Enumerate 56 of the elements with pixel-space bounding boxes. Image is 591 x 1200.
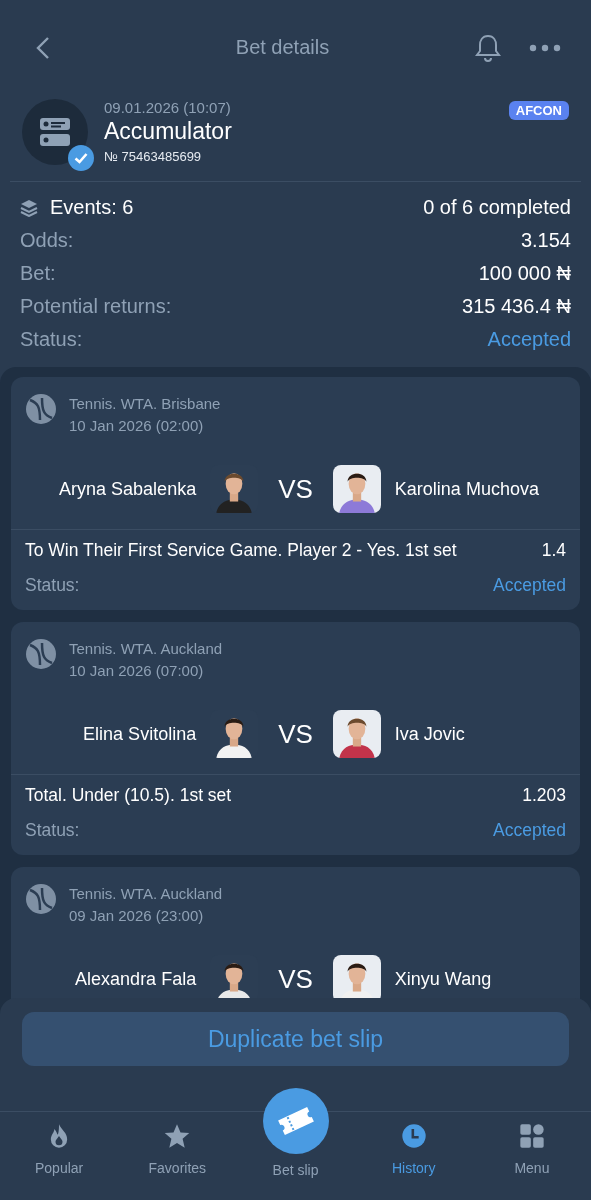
duplicate-button[interactable]: Duplicate bet slip (22, 1012, 569, 1066)
bell-icon[interactable] (475, 33, 501, 62)
versus-label: VS (278, 718, 313, 750)
page-title: Bet details (235, 36, 330, 59)
bet-number: № 75463485699 (104, 149, 203, 164)
player-name: Karolina Muchova (394, 478, 540, 500)
completed-count: 0 of 6 completed (423, 196, 571, 219)
nav-tab[interactable]: History (354, 1112, 473, 1200)
star-icon (163, 1122, 192, 1150)
promo-badge: AFCON (508, 101, 569, 120)
grid-icon (517, 1122, 546, 1150)
bet-type: Accumulator (104, 118, 233, 145)
summary-label: Status: (20, 328, 83, 351)
layers-icon (20, 198, 38, 217)
league-name: Tennis. WTA. Auckland (69, 639, 223, 659)
nav-tab[interactable]: Popular (0, 1112, 119, 1200)
versus-label: VS (278, 963, 313, 995)
player-name: Iva Jovic (394, 723, 466, 745)
status-value: Accepted (493, 820, 566, 841)
event-date: 10 Jan 2026 (02:00) (69, 416, 205, 436)
nav-tab[interactable]: Bet slip (236, 1088, 355, 1200)
tennis-ball-icon (25, 883, 57, 915)
back-icon[interactable] (36, 35, 50, 60)
player-name: Elina Svitolina (82, 723, 197, 745)
summary-value: Accepted (487, 328, 571, 351)
summary-label: Bet: (20, 262, 56, 285)
event-date: 10 Jan 2026 (07:00) (69, 661, 205, 681)
nav-tab[interactable]: Menu (472, 1112, 591, 1200)
market-name: To Win Their First Service Game. Player 2 - Yes. 1st set (25, 539, 457, 562)
league-name: Tennis. WTA. Brisbane (69, 394, 221, 414)
more-icon[interactable] (529, 43, 561, 52)
player-name: Aryna Sabalenka (58, 478, 197, 500)
league-name: Tennis. WTA. Auckland (69, 884, 223, 904)
status-value: Accepted (493, 575, 566, 596)
status-label: Status: (25, 820, 80, 841)
player-name: Xinyu Wang (394, 968, 493, 990)
tennis-ball-icon (25, 393, 57, 425)
versus-label: VS (278, 473, 313, 505)
player-name: Alexandra Fala (74, 968, 197, 990)
clock-icon (399, 1122, 428, 1150)
tennis-ball-icon (25, 638, 57, 670)
summary-label: Potential returns: (20, 295, 172, 318)
market-name: Total. Under (10.5). 1st set (25, 784, 232, 807)
summary-value: 100 000 ₦ (478, 262, 571, 285)
nav-tab[interactable]: Favorites (118, 1112, 237, 1200)
bet-date: 09.01.2026 (10:07) (104, 99, 232, 116)
events-count: Events: 6 (50, 196, 134, 219)
odds-value: 1.203 (522, 784, 566, 807)
summary-value: 3.154 (520, 229, 571, 252)
summary-label: Odds: (20, 229, 74, 252)
event-date: 09 Jan 2026 (23:00) (69, 906, 205, 926)
check-icon (68, 145, 94, 171)
list-icon (39, 116, 71, 148)
summary-value: 315 436.4 ₦ (462, 295, 571, 318)
odds-value: 1.4 (541, 539, 566, 562)
status-label: Status: (25, 575, 80, 596)
